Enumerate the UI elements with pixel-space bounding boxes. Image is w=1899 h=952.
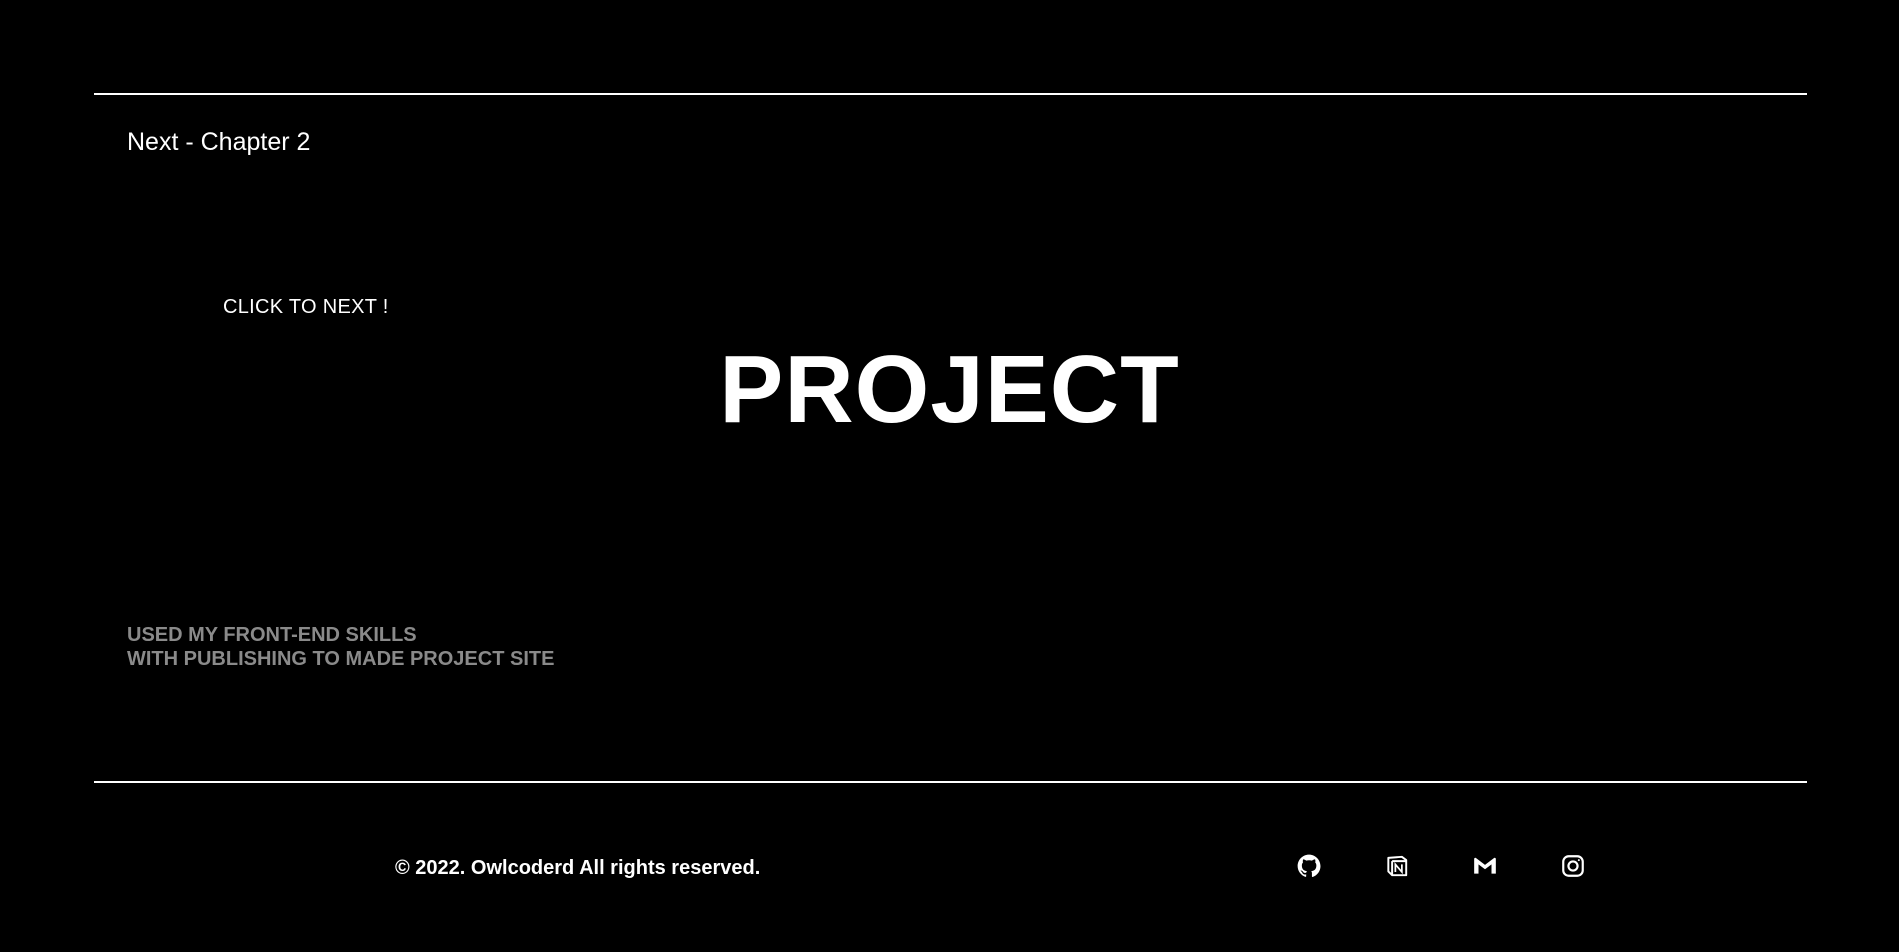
project-description: USED MY FRONT-END SKILLS WITH PUBLISHING… <box>127 623 554 671</box>
notion-icon[interactable] <box>1384 853 1410 879</box>
next-chapter-link[interactable]: Next - Chapter 2 <box>127 128 310 157</box>
click-to-next-button[interactable]: CLICK TO NEXT ! <box>223 296 389 319</box>
page-title: PROJECT <box>719 336 1180 443</box>
top-divider <box>94 93 1807 95</box>
github-icon[interactable] <box>1296 853 1322 879</box>
copyright-text: © 2022. Owlcoderd All rights reserved. <box>395 857 761 879</box>
page: Next - Chapter 2 CLICK TO NEXT ! PROJECT… <box>0 0 1899 952</box>
instagram-icon[interactable] <box>1560 853 1586 879</box>
description-line-2: WITH PUBLISHING TO MADE PROJECT SITE <box>127 648 555 670</box>
gmail-icon[interactable] <box>1472 853 1498 879</box>
description-line-1: USED MY FRONT-END SKILLS <box>127 624 417 646</box>
bottom-divider <box>94 781 1807 783</box>
social-links <box>1296 853 1586 879</box>
